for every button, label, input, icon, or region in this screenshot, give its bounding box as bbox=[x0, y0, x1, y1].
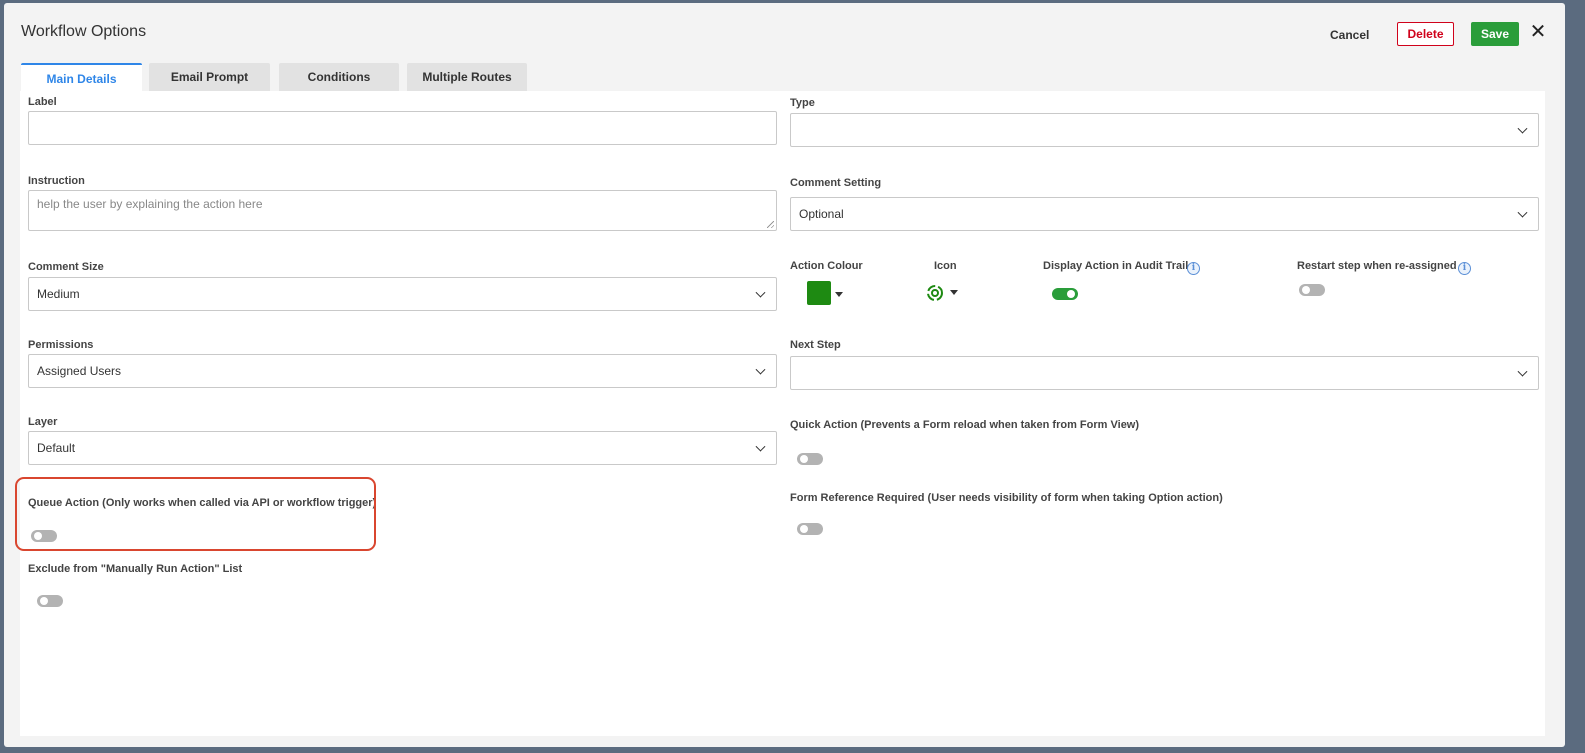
type-label: Type bbox=[790, 97, 815, 109]
caret-down-icon[interactable] bbox=[950, 290, 958, 295]
chevron-down-icon bbox=[755, 364, 766, 375]
layer-label: Layer bbox=[28, 416, 58, 428]
comment-setting-select[interactable]: Optional bbox=[790, 197, 1539, 231]
main-details-panel: Label Instruction help the user by expla… bbox=[20, 91, 1545, 736]
chevron-down-icon bbox=[1517, 207, 1528, 218]
comment-size-select[interactable]: Medium bbox=[28, 277, 777, 311]
instruction-placeholder: help the user by explaining the action h… bbox=[37, 197, 263, 211]
action-colour-label: Action Colour bbox=[790, 260, 863, 272]
layer-select[interactable]: Default bbox=[28, 431, 777, 465]
label-field-label: Label bbox=[28, 96, 57, 108]
delete-button[interactable]: Delete bbox=[1397, 22, 1454, 46]
form-reference-label: Form Reference Required (User needs visi… bbox=[790, 492, 1223, 504]
refresh-gear-icon[interactable] bbox=[925, 283, 945, 303]
action-colour-swatch[interactable] bbox=[807, 281, 831, 305]
permissions-value: Assigned Users bbox=[37, 364, 122, 378]
chevron-down-icon bbox=[755, 441, 766, 452]
exclude-manual-toggle[interactable] bbox=[37, 595, 63, 607]
comment-size-label: Comment Size bbox=[28, 261, 104, 273]
resize-grip-icon[interactable] bbox=[767, 221, 774, 228]
chevron-down-icon bbox=[1517, 123, 1528, 134]
workflow-options-dialog: Workflow Options Cancel Delete Save ✕ Ma… bbox=[4, 3, 1565, 747]
tab-multiple-routes[interactable]: Multiple Routes bbox=[407, 63, 527, 91]
tab-email-prompt[interactable]: Email Prompt bbox=[149, 63, 270, 91]
restart-step-label: Restart step when re-assigned bbox=[1297, 260, 1457, 272]
caret-down-icon[interactable] bbox=[835, 292, 843, 297]
permissions-select[interactable]: Assigned Users bbox=[28, 354, 777, 388]
dialog-title: Workflow Options bbox=[21, 23, 147, 40]
info-icon[interactable]: i bbox=[1458, 262, 1471, 275]
tab-main-details[interactable]: Main Details bbox=[21, 63, 142, 92]
label-input[interactable] bbox=[28, 111, 777, 145]
instruction-textarea[interactable]: help the user by explaining the action h… bbox=[28, 190, 777, 231]
quick-action-label: Quick Action (Prevents a Form reload whe… bbox=[790, 419, 1140, 431]
display-audit-toggle[interactable] bbox=[1052, 288, 1078, 300]
tab-conditions[interactable]: Conditions bbox=[279, 63, 399, 91]
instruction-label: Instruction bbox=[28, 175, 85, 187]
layer-value: Default bbox=[37, 441, 76, 455]
save-button[interactable]: Save bbox=[1471, 22, 1519, 46]
comment-setting-value: Optional bbox=[799, 207, 844, 221]
comment-setting-label: Comment Setting bbox=[790, 177, 882, 189]
next-step-label: Next Step bbox=[790, 339, 841, 351]
chevron-down-icon bbox=[1517, 366, 1528, 377]
form-reference-toggle[interactable] bbox=[797, 523, 823, 535]
queue-action-highlight bbox=[15, 477, 376, 551]
close-icon[interactable]: ✕ bbox=[1529, 21, 1547, 43]
quick-action-toggle[interactable] bbox=[797, 453, 823, 465]
icon-label: Icon bbox=[934, 260, 957, 272]
display-audit-label: Display Action in Audit Trail bbox=[1043, 260, 1189, 272]
type-select[interactable] bbox=[790, 113, 1539, 147]
restart-step-toggle[interactable] bbox=[1299, 284, 1325, 296]
exclude-manual-label: Exclude from "Manually Run Action" List bbox=[28, 563, 243, 575]
next-step-select[interactable] bbox=[790, 356, 1539, 390]
cancel-button[interactable]: Cancel bbox=[1320, 24, 1379, 46]
chevron-down-icon bbox=[755, 287, 766, 298]
comment-size-value: Medium bbox=[37, 287, 80, 301]
info-icon[interactable]: i bbox=[1187, 262, 1200, 275]
permissions-label: Permissions bbox=[28, 339, 94, 351]
